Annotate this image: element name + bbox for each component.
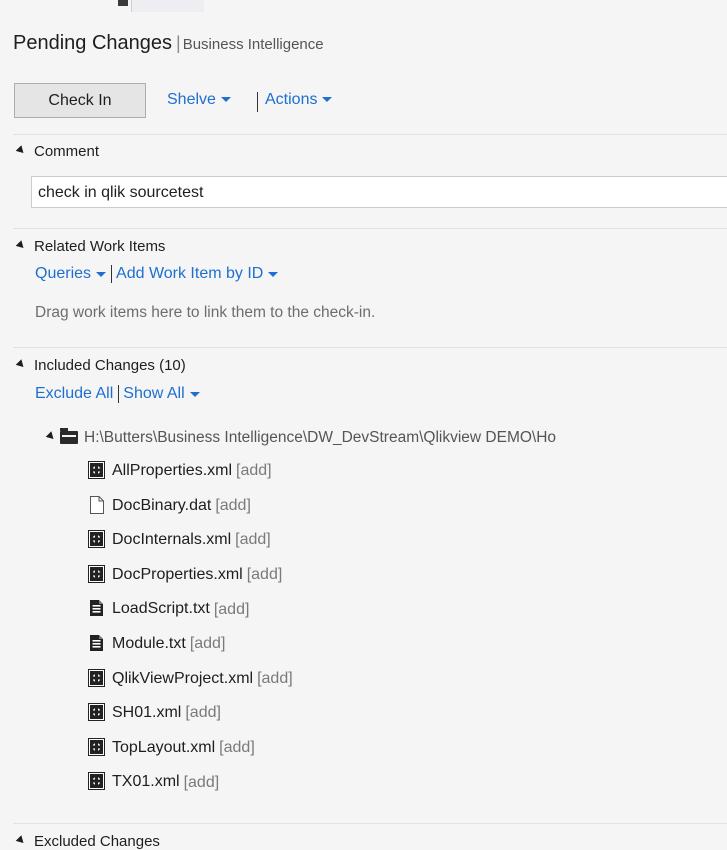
xml-file-icon (88, 564, 105, 583)
section-divider (13, 347, 727, 348)
comment-section-header[interactable]: Comment (15, 143, 100, 160)
excluded-heading: Excluded Changes (34, 833, 160, 850)
tab-stub (118, 0, 128, 6)
comment-input[interactable]: check in qlik sourcetest (31, 176, 727, 208)
actions-label: Actions (265, 91, 318, 108)
page-title: Pending Changes (13, 32, 173, 54)
xml-file-icon (88, 530, 105, 549)
collapse-triangle-icon (15, 240, 27, 251)
queries-dropdown[interactable]: Queries (35, 265, 107, 283)
file-item[interactable]: TopLayout.xml [add] (88, 737, 255, 763)
blank-file-icon (88, 495, 105, 514)
toolbar: Check In Shelve Actions (14, 83, 727, 120)
xml-file-icon (88, 461, 105, 479)
file-item[interactable]: SH01.xml [add] (88, 703, 221, 728)
collapse-triangle-icon (15, 835, 27, 846)
section-divider (13, 823, 727, 824)
file-name: LoadScript.txt (112, 600, 210, 618)
file-item[interactable]: AllProperties.xml [add] (88, 461, 272, 486)
file-name: QlikViewProject.xml (112, 669, 254, 687)
queries-label: Queries (35, 265, 92, 283)
collapse-triangle-icon (15, 145, 27, 156)
file-item[interactable]: LoadScript.txt [add] (88, 600, 249, 624)
file-status: [add] (215, 496, 251, 514)
text-file-icon (88, 634, 105, 652)
chevron-down-icon (268, 271, 279, 277)
related-heading: Related Work Items (34, 238, 166, 255)
file-status: [add] (189, 635, 226, 653)
folder-path: H:\Butters\Business Intelligence\DW_DevS… (84, 429, 557, 446)
xml-file-icon (88, 772, 105, 791)
file-status: [add] (183, 773, 220, 791)
comment-text: check in qlik sourcetest (38, 184, 204, 201)
show-all-label: Show All (123, 385, 185, 403)
file-status: [add] (213, 600, 250, 618)
file-item[interactable]: DocInternals.xml [add] (88, 530, 271, 555)
file-name: TX01.xml (112, 773, 180, 791)
file-status: [add] (257, 669, 293, 687)
file-status: [add] (246, 566, 283, 584)
file-item[interactable]: Module.txt [add] (88, 635, 225, 659)
file-status: [add] (236, 462, 272, 480)
collapse-triangle-icon[interactable] (45, 431, 57, 442)
section-divider (13, 228, 727, 229)
file-item[interactable]: DocProperties.xml [add] (88, 564, 283, 590)
page-header: Pending Changes | Business Intelligence (13, 32, 324, 55)
link-divider (118, 385, 120, 403)
file-name: DocProperties.xml (112, 566, 243, 584)
file-name: Module.txt (112, 635, 186, 653)
shelve-dropdown[interactable]: Shelve (167, 91, 231, 109)
file-status: [add] (219, 739, 255, 757)
collapse-triangle-icon (15, 359, 27, 370)
xml-file-icon (88, 737, 105, 756)
toolbar-divider (257, 92, 258, 112)
shelve-label: Shelve (167, 91, 216, 108)
show-all-dropdown[interactable]: Show All (123, 385, 200, 403)
file-item[interactable]: TX01.xml [add] (88, 772, 220, 797)
chevron-down-icon (220, 97, 231, 103)
file-name: AllProperties.xml (112, 462, 233, 480)
folder-icon (60, 428, 78, 445)
included-heading: Included Changes (10) (34, 357, 186, 374)
add-work-item-dropdown[interactable]: Add Work Item by ID (116, 265, 279, 283)
add-work-item-label: Add Work Item by ID (116, 265, 264, 283)
chevron-down-icon (96, 271, 107, 277)
actions-dropdown[interactable]: Actions (265, 91, 333, 109)
file-item[interactable]: QlikViewProject.xml [add] (88, 668, 293, 694)
exclude-all-link[interactable]: Exclude All (35, 385, 113, 402)
link-divider (111, 265, 113, 283)
text-file-icon (88, 599, 105, 617)
drag-hint: Drag work items here to link them to the… (35, 304, 376, 321)
file-name: DocBinary.dat (112, 496, 212, 514)
chevron-down-icon (322, 97, 333, 103)
file-status: [add] (185, 704, 221, 722)
included-links: Exclude All Show All (35, 385, 200, 403)
file-name: TopLayout.xml (112, 739, 216, 757)
chevron-down-icon (189, 391, 200, 397)
related-links: Queries Add Work Item by ID (35, 265, 279, 283)
file-name: DocInternals.xml (112, 531, 232, 549)
title-separator: | (176, 33, 181, 53)
file-item[interactable]: DocBinary.dat [add] (88, 495, 251, 521)
page-subtitle: Business Intelligence (182, 36, 324, 53)
comment-heading: Comment (34, 143, 100, 160)
file-status: [add] (235, 531, 271, 549)
folder-tree-node[interactable]: H:\Butters\Business Intelligence\DW_DevS… (45, 428, 557, 447)
tab-area (132, 0, 204, 12)
excluded-changes-header[interactable]: Excluded Changes (15, 833, 160, 850)
section-divider (13, 134, 727, 135)
file-name: SH01.xml (112, 704, 182, 722)
included-changes-header[interactable]: Included Changes (10) (15, 357, 186, 374)
xml-file-icon (88, 703, 105, 722)
check-in-button[interactable]: Check In (14, 83, 146, 118)
related-work-items-header[interactable]: Related Work Items (15, 238, 166, 255)
top-tab-strip (0, 0, 727, 12)
xml-file-icon (88, 668, 105, 687)
